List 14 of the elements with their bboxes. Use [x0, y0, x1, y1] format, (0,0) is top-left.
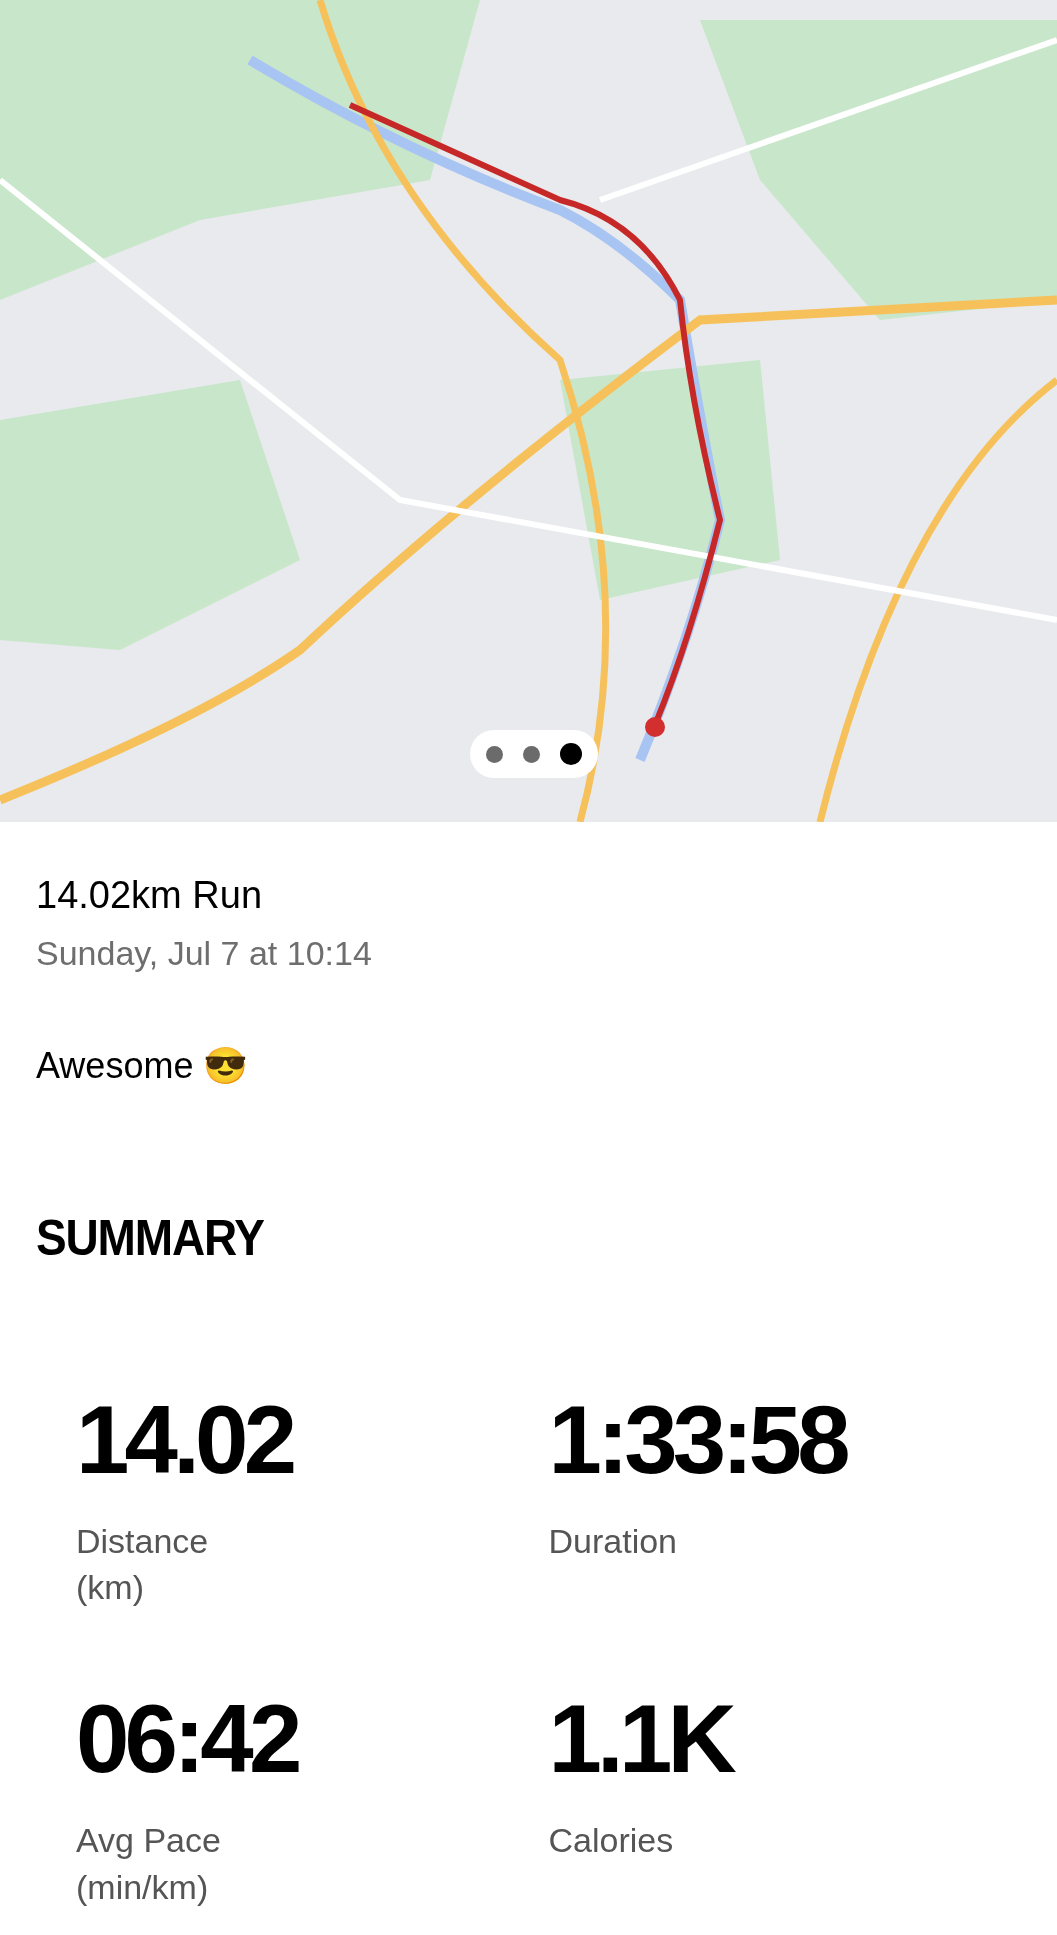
section-heading: SUMMARY [36, 1206, 265, 1268]
activity-title: 14.02km Run [36, 873, 263, 918]
stat-value: 1.1K [548, 1691, 734, 1787]
stat-value: 06:42 [76, 1691, 300, 1787]
stat-value: 14.02 [76, 1391, 294, 1488]
stat-label: Distance [76, 1520, 210, 1562]
stat-value: 1:33:58 [548, 1391, 848, 1488]
stat-label: Duration [548, 1520, 678, 1562]
stat-label: Avg Pace [76, 1820, 222, 1861]
stat-label: Calories [548, 1820, 675, 1861]
stat-unit: (km) [76, 1567, 145, 1609]
activity-datetime: Sunday, Jul 7 at 10:14 [36, 932, 373, 974]
stat-unit: (min/km) [76, 1866, 210, 1908]
activity-note: Awesome 😎 [36, 1043, 250, 1088]
